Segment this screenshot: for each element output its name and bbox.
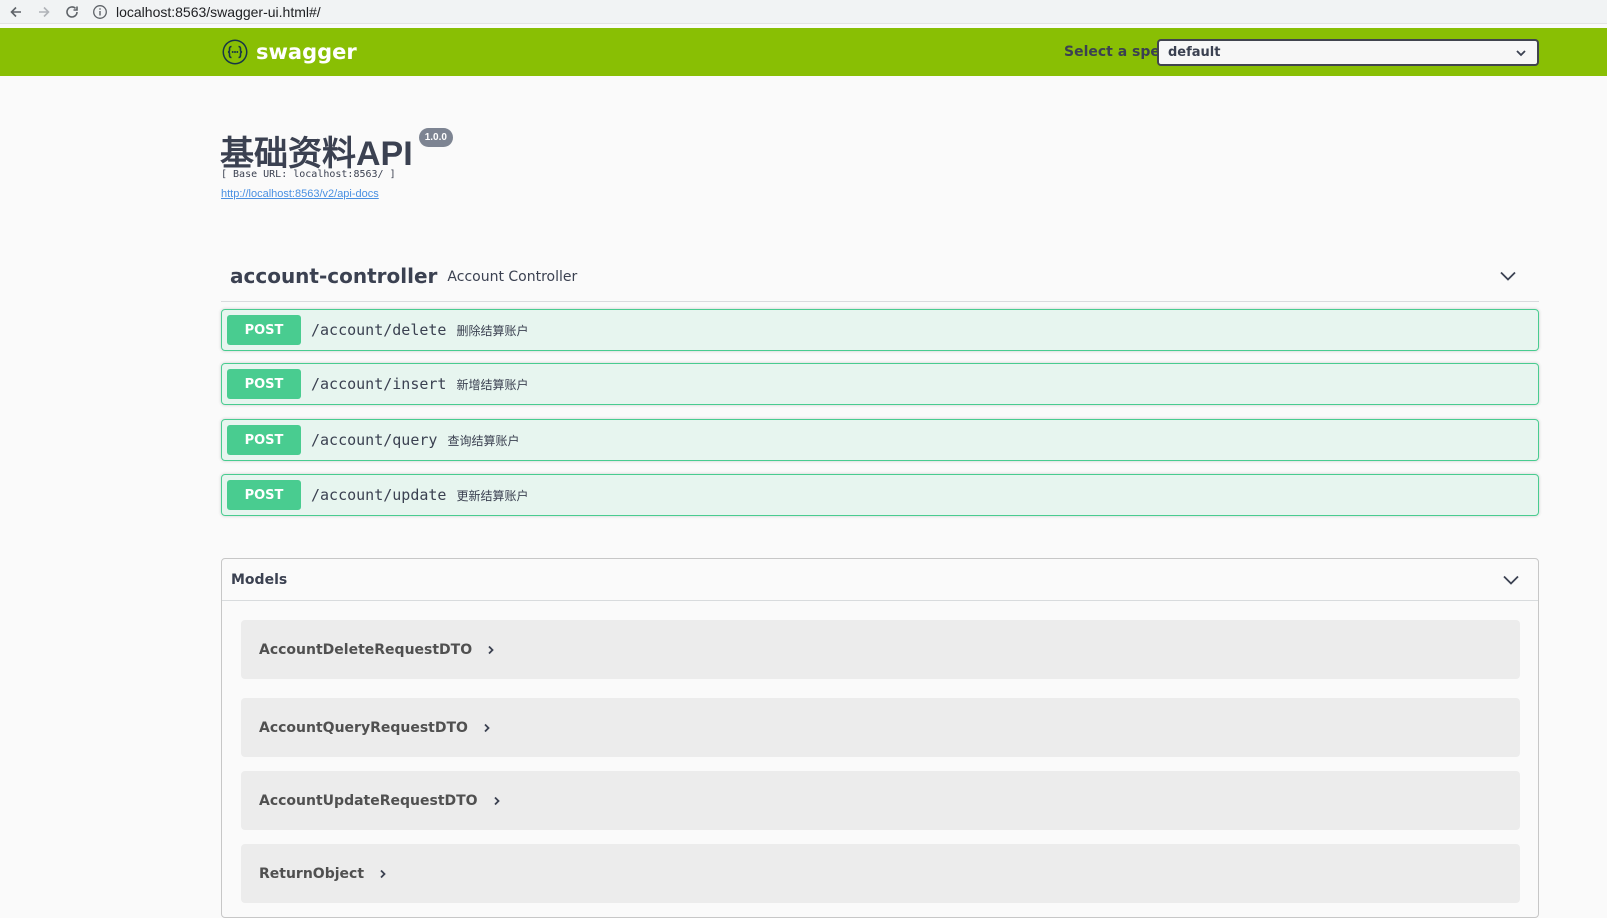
- swagger-logo-icon: [222, 39, 248, 65]
- operation-row[interactable]: POST /account/delete 删除结算账户: [221, 309, 1539, 351]
- model-item[interactable]: AccountDeleteRequestDTO: [241, 620, 1520, 679]
- forward-icon[interactable]: [32, 1, 56, 23]
- info-icon: [93, 4, 107, 19]
- chevron-down-icon[interactable]: [1502, 573, 1520, 587]
- model-item[interactable]: ReturnObject: [241, 844, 1520, 903]
- operation-path: /account/query: [311, 431, 438, 449]
- chevron-right-icon: [380, 869, 386, 878]
- method-badge: POST: [227, 369, 301, 399]
- operation-summary: 删除结算账户: [456, 323, 529, 338]
- logo-text: swagger: [256, 40, 357, 64]
- model-name: AccountDeleteRequestDTO: [259, 641, 473, 658]
- operation-path: /account/insert: [311, 375, 447, 393]
- controller-description: Account Controller: [447, 268, 578, 285]
- version-badge: 1.0.0: [418, 128, 453, 147]
- chevron-right-icon: [488, 645, 494, 654]
- model-item[interactable]: AccountQueryRequestDTO: [241, 698, 1520, 757]
- spec-select[interactable]: default: [1157, 39, 1539, 66]
- chevron-down-icon: [1516, 50, 1526, 57]
- base-url: [ Base URL: localhost:8563/ ]: [221, 169, 396, 180]
- api-docs-link[interactable]: http://localhost:8563/v2/api-docs: [221, 188, 379, 200]
- reload-icon[interactable]: [60, 1, 84, 23]
- method-badge: POST: [227, 315, 301, 345]
- api-title: 基础资料API: [220, 135, 413, 173]
- operation-summary: 更新结算账户: [456, 488, 529, 503]
- api-title-block: 基础资料API 1.0.0: [220, 126, 453, 175]
- swagger-logo[interactable]: swagger: [222, 39, 357, 65]
- operation-row[interactable]: POST /account/insert 新增结算账户: [221, 363, 1539, 405]
- operation-path: /account/update: [311, 486, 447, 504]
- operation-row[interactable]: POST /account/query 查询结算账户: [221, 419, 1539, 461]
- method-badge: POST: [227, 480, 301, 510]
- controller-header[interactable]: account-controller Account Controller: [221, 250, 1539, 302]
- model-item[interactable]: AccountUpdateRequestDTO: [241, 771, 1520, 830]
- address-bar[interactable]: localhost:8563/swagger-ui.html#/: [92, 1, 321, 23]
- models-title: Models: [231, 571, 288, 588]
- swagger-topbar: swagger Select a spec default: [0, 28, 1607, 76]
- operation-summary: 查询结算账户: [447, 433, 520, 448]
- browser-toolbar: localhost:8563/swagger-ui.html#/: [0, 0, 1607, 24]
- url-text: localhost:8563/swagger-ui.html#/: [116, 3, 321, 20]
- chevron-right-icon: [493, 796, 500, 805]
- chevron-down-icon[interactable]: [1499, 269, 1517, 283]
- spec-select-value: default: [1168, 45, 1221, 60]
- models-header[interactable]: Models: [222, 559, 1538, 601]
- controller-name: account-controller: [230, 263, 438, 288]
- operation-summary: 新增结算账户: [456, 377, 529, 392]
- operation-path: /account/delete: [311, 321, 447, 339]
- operation-row[interactable]: POST /account/update 更新结算账户: [221, 474, 1539, 516]
- model-name: AccountQueryRequestDTO: [259, 719, 468, 736]
- method-badge: POST: [227, 425, 301, 455]
- model-name: ReturnObject: [259, 865, 365, 882]
- back-icon[interactable]: [4, 1, 28, 23]
- spec-label: Select a spec: [1064, 44, 1169, 60]
- chevron-right-icon: [484, 723, 490, 732]
- models-section: Models AccountDeleteRequestDTO AccountQu…: [221, 558, 1539, 918]
- model-name: AccountUpdateRequestDTO: [259, 792, 478, 809]
